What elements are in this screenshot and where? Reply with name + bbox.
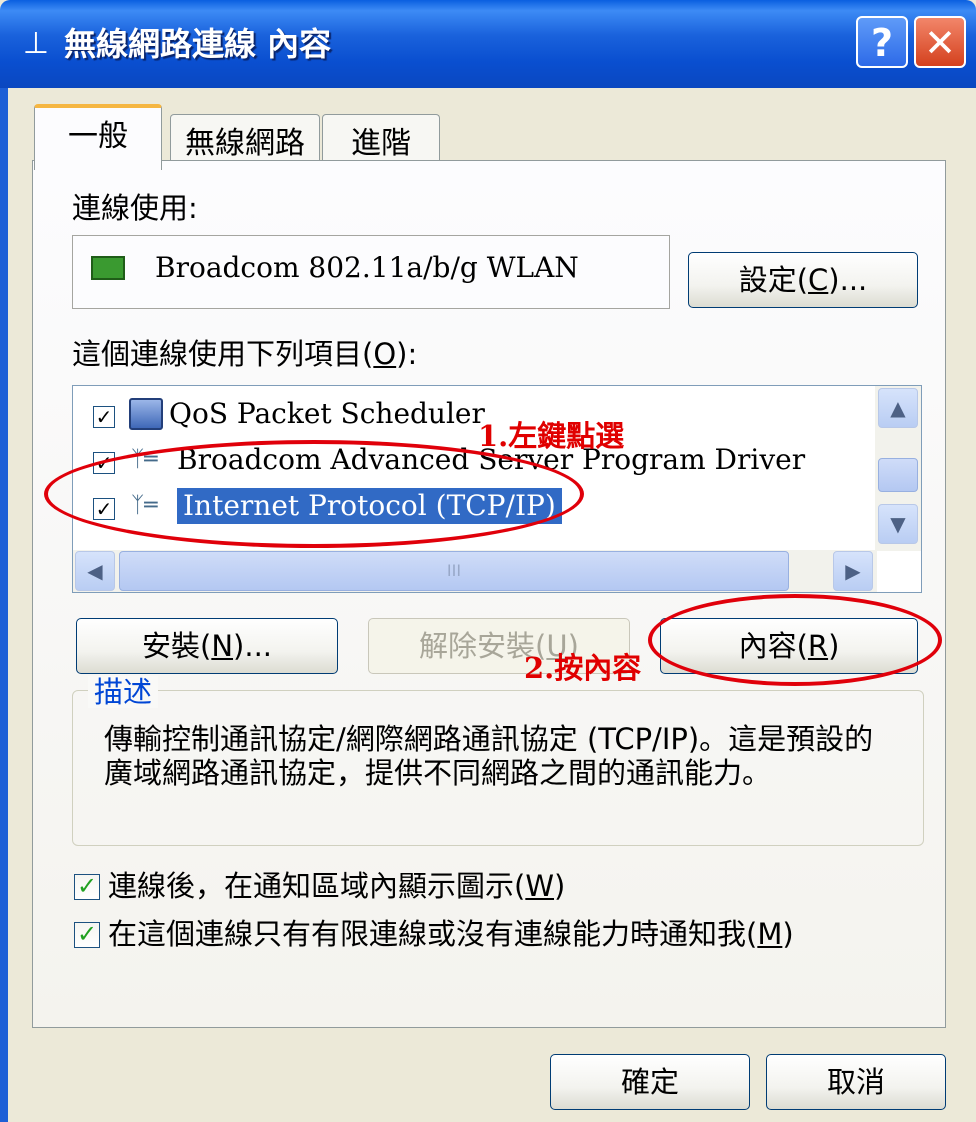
vertical-scroll-thumb[interactable] [878, 458, 918, 492]
tab-general[interactable]: 一般 [34, 104, 162, 170]
description-text: 傳輸控制通訊協定/網際網路通訊協定 (TCP/IP)。這是預設的廣域網路通訊協定… [104, 722, 874, 790]
scroll-down-icon[interactable]: ▼ [878, 504, 918, 544]
properties-dialog: ⊥ 無線網路連線 內容 ? ✕ 一般 無線網路 進階 連線使用: Broadco… [0, 0, 976, 1122]
annotation-step1: 1.左鍵點選 [478, 419, 625, 453]
window-title: 無線網路連線 內容 [64, 25, 332, 63]
ok-button[interactable]: 確定 [550, 1054, 750, 1110]
items-label: 這個連線使用下列項目(O): [72, 337, 418, 371]
cancel-button[interactable]: 取消 [766, 1054, 946, 1110]
adapter-name: Broadcom 802.11a/b/g WLAN [155, 251, 579, 284]
list-item[interactable]: ✓ QoS Packet Scheduler [73, 394, 873, 438]
show-icon-checkbox[interactable]: ✓ [74, 874, 100, 900]
horizontal-scroll-thumb[interactable]: III [119, 551, 789, 591]
annotation-step2: 2.按內容 [524, 651, 642, 685]
annotation-ellipse-properties [648, 594, 942, 686]
title-bar[interactable]: ⊥ 無線網路連線 內容 ? ✕ [0, 0, 976, 88]
network-card-icon [91, 256, 125, 280]
window-left-border [0, 88, 8, 1122]
item-label: QoS Packet Scheduler [169, 397, 485, 430]
item-checkbox[interactable]: ✓ [93, 406, 115, 428]
computer-icon [129, 398, 163, 430]
horizontal-scrollbar[interactable]: ◀ III ▶ [73, 550, 877, 592]
scroll-left-icon[interactable]: ◀ [75, 551, 115, 591]
install-button[interactable]: 安裝(N)... [76, 618, 338, 674]
close-button[interactable]: ✕ [914, 16, 966, 68]
scroll-up-icon[interactable]: ▲ [878, 388, 918, 428]
show-icon-label[interactable]: 連線後，在通知區域內顯示圖示(W) [108, 868, 565, 904]
notify-limited-label[interactable]: 在這個連線只有有限連線或沒有連線能力時通知我(M) [108, 916, 794, 952]
help-button[interactable]: ? [856, 16, 908, 68]
vertical-scrollbar[interactable]: ▲ ▼ [875, 386, 921, 551]
notify-limited-checkbox[interactable]: ✓ [74, 922, 100, 948]
network-connection-icon: ⊥ [22, 26, 50, 61]
scroll-right-icon[interactable]: ▶ [833, 551, 873, 591]
annotation-ellipse-tcpip [44, 440, 584, 548]
adapter-box: Broadcom 802.11a/b/g WLAN [72, 235, 670, 309]
connect-using-label: 連線使用: [72, 191, 198, 225]
configure-button[interactable]: 設定(C)... [688, 252, 918, 308]
description-title: 描述 [88, 676, 159, 708]
